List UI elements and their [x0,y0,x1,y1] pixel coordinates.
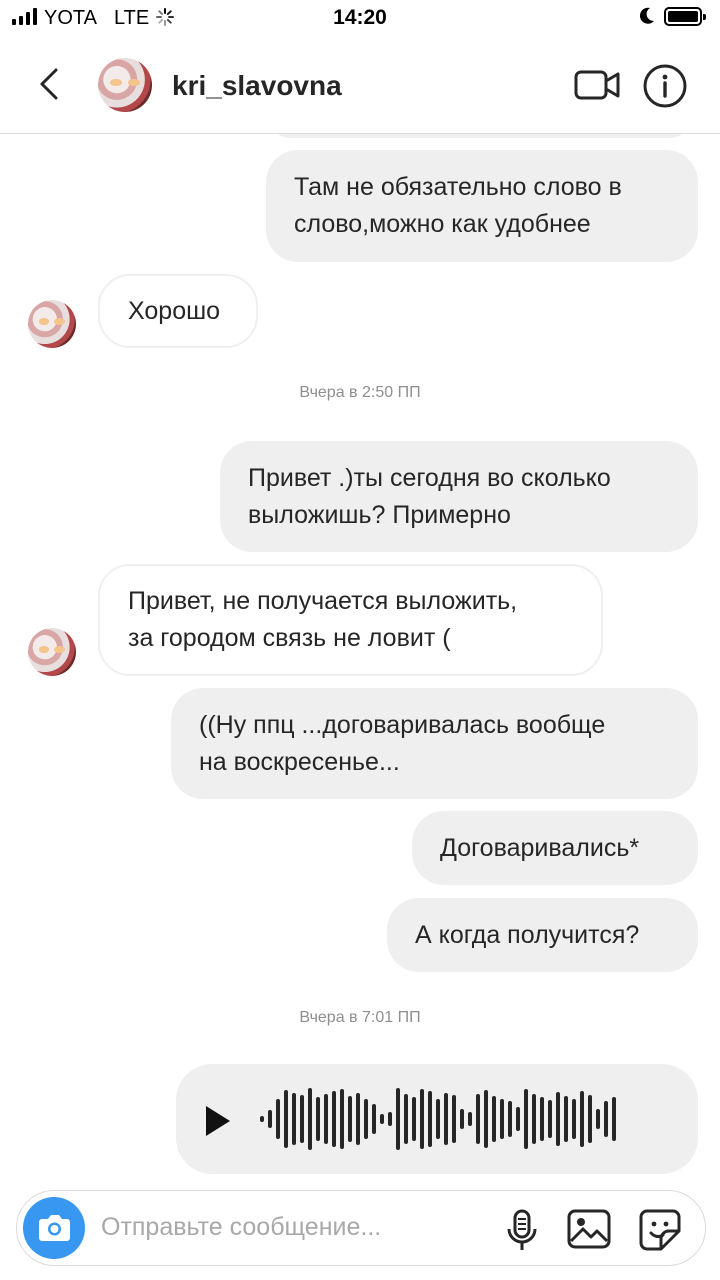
message-text: Договаривались* [440,833,640,862]
waveform-bar [500,1099,504,1139]
gallery-icon[interactable] [567,1209,611,1249]
audio-waveform[interactable] [260,1084,676,1154]
waveform-bar [468,1112,472,1126]
waveform-bar [356,1093,360,1145]
waveform-bar [516,1107,520,1131]
message-bubble-outgoing[interactable]: Привет .)ты сегодня во сколько выложишь?… [220,441,698,552]
sender-avatar[interactable] [28,300,76,348]
waveform-bar [452,1095,456,1143]
message-bubble-incoming[interactable]: Хорошо [98,274,258,348]
waveform-bar [308,1088,312,1150]
waveform-bar [388,1112,392,1126]
waveform-bar [292,1093,296,1145]
waveform-bar [364,1099,368,1139]
waveform-bar [556,1092,560,1146]
message-text: Привет .)ты сегодня во сколько выложишь?… [248,463,611,529]
waveform-bar [484,1090,488,1148]
waveform-bar [340,1089,344,1149]
battery-icon [664,7,706,26]
waveform-bar [268,1110,272,1128]
camera-icon [39,1215,70,1241]
voice-message-bubble[interactable] [176,1064,698,1174]
waveform-bar [580,1091,584,1147]
message-text: Там не обязательно слово в слово,можно к… [294,173,622,238]
message-text: Хорошо [128,296,221,325]
network-type: LTE [114,7,150,29]
message-text: ((Ну ппц ...договаривалась вообще на вос… [199,710,606,776]
do-not-disturb-moon-icon [639,7,654,24]
sender-avatar[interactable] [28,628,76,676]
waveform-bar [476,1094,480,1144]
clock: 14:20 [333,6,387,29]
timestamp: Вчера в 7:01 ПП [299,1009,421,1026]
avatar[interactable] [98,58,152,112]
waveform-bar [348,1096,352,1142]
waveform-bar [548,1100,552,1138]
info-icon[interactable] [642,63,688,109]
waveform-bar [332,1091,336,1147]
message-bubble-outgoing[interactable]: ((Ну ппц ...договаривалась вообще на вос… [171,688,698,799]
signal-strength-icon [12,8,37,25]
waveform-bar [300,1095,304,1143]
microphone-icon[interactable] [505,1209,539,1253]
message-composer: Отправьте сообщение... [16,1190,706,1266]
message-input[interactable]: Отправьте сообщение... [101,1213,381,1242]
message-bubble-outgoing[interactable]: Там не обязательно слово в слово,можно к… [266,150,698,262]
back-chevron-icon[interactable] [30,64,70,104]
message-bubble-incoming[interactable]: Привет, не получается выложить, за город… [98,564,603,676]
waveform-bar [284,1090,288,1148]
waveform-bar [324,1094,328,1144]
waveform-bar [492,1096,496,1142]
waveform-bar [612,1097,616,1141]
chat-header: kri_slavovna [0,38,720,134]
waveform-bar [588,1095,592,1143]
waveform-bar [524,1089,528,1149]
waveform-bar [572,1099,576,1139]
sticker-icon[interactable] [639,1209,681,1251]
message-bubble-outgoing[interactable]: А когда получится? [387,898,698,972]
message-text: Привет, не получается выложить, за город… [128,587,518,652]
waveform-bar [436,1099,440,1139]
waveform-bar [260,1116,264,1122]
timestamp: Вчера в 2:50 ПП [299,384,421,401]
camera-button[interactable] [23,1197,85,1259]
waveform-bar [404,1094,408,1144]
waveform-bar [532,1094,536,1144]
carrier-name: YOTA [44,7,97,29]
waveform-bar [604,1101,608,1137]
waveform-bar [276,1099,280,1139]
waveform-bar [564,1096,568,1142]
waveform-bar [396,1088,400,1150]
status-bar: YOTA LTE 14:20 [0,0,720,38]
waveform-bar [444,1093,448,1145]
loading-spinner-icon [156,8,174,26]
waveform-bar [412,1097,416,1141]
message-bubble-outgoing[interactable]: Договаривались* [412,811,698,885]
waveform-bar [420,1089,424,1149]
waveform-bar [428,1091,432,1147]
video-camera-icon[interactable] [574,68,620,102]
waveform-bar [508,1101,512,1137]
waveform-bar [372,1104,376,1134]
waveform-bar [540,1097,544,1141]
play-icon[interactable] [206,1106,230,1136]
message-text: А когда получится? [415,920,640,949]
waveform-bar [460,1109,464,1129]
waveform-bar [596,1109,600,1129]
waveform-bar [316,1097,320,1141]
chat-username[interactable]: kri_slavovna [172,70,342,102]
waveform-bar [380,1114,384,1124]
